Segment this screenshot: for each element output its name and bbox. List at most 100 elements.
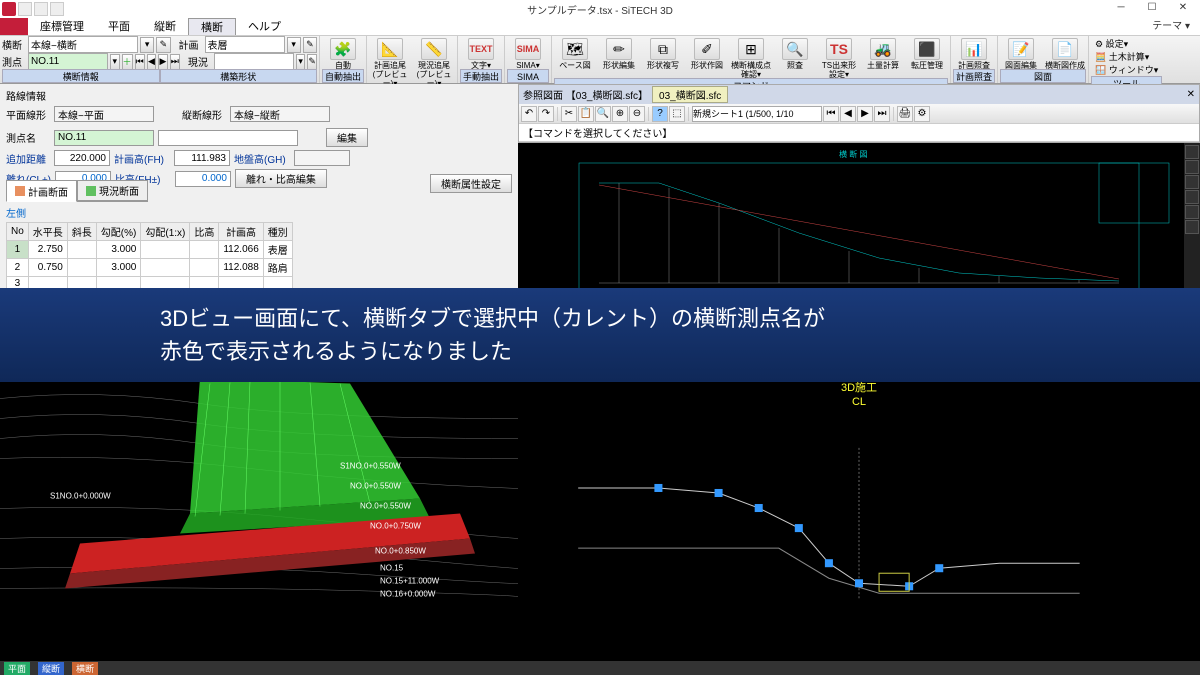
- tb-icon[interactable]: ⏮: [823, 106, 839, 122]
- theme-button[interactable]: テーマ ▾: [1142, 18, 1200, 35]
- ts-button[interactable]: TSTS出来形 設定▾: [818, 38, 860, 79]
- add-dist-field[interactable]: [54, 150, 110, 166]
- tb-icon[interactable]: ⊕: [612, 106, 628, 122]
- menu-plane[interactable]: 平面: [96, 18, 142, 35]
- plan-h-field[interactable]: [174, 150, 230, 166]
- comp-button[interactable]: ⬛転圧管理: [906, 38, 948, 70]
- setting-button[interactable]: ⚙ 設定▾: [1095, 37, 1158, 50]
- table-row[interactable]: 12.750 3.000 112.066表層: [7, 241, 293, 259]
- side-tool-icon[interactable]: [1185, 220, 1199, 234]
- menu-bar: 座標管理 平面 縦断 横断 ヘルプ テーマ ▾: [0, 18, 1200, 36]
- tb-icon[interactable]: ✂: [561, 106, 577, 122]
- section-table[interactable]: No水平長斜長 勾配(%)勾配(1:x)比高 計画高種別 12.750 3.00…: [6, 222, 293, 291]
- pt-name-field[interactable]: [54, 130, 154, 146]
- tb-icon[interactable]: ⬚: [669, 106, 685, 122]
- qat-save-icon[interactable]: [18, 2, 32, 16]
- cross-select[interactable]: [28, 36, 138, 53]
- tb-icon[interactable]: 🖨: [897, 106, 913, 122]
- tb-icon[interactable]: ⚙: [914, 106, 930, 122]
- plan-select[interactable]: [205, 36, 285, 53]
- shape-copy-button[interactable]: ⧉形状複写: [642, 38, 684, 70]
- tb-icon[interactable]: ⊖: [629, 106, 645, 122]
- status-plane[interactable]: 平面: [4, 662, 30, 675]
- tb-icon[interactable]: 🔍: [595, 106, 611, 122]
- pt-next-icon[interactable]: ▶: [158, 54, 168, 70]
- side-tool-icon[interactable]: [1185, 145, 1199, 159]
- plan-calc-button[interactable]: 📊計画照査: [953, 38, 995, 70]
- tb-icon[interactable]: ↷: [538, 106, 554, 122]
- status-profile[interactable]: 縦断: [38, 662, 64, 675]
- off-ratio-edit-button[interactable]: 離れ・比高編集: [235, 169, 327, 188]
- group-cross-info: 横断情報: [2, 69, 160, 83]
- cur-dropdown-icon[interactable]: ▾: [296, 54, 306, 70]
- menu-help[interactable]: ヘルプ: [236, 18, 293, 35]
- window-button[interactable]: 🪟 ウィンドウ▾: [1095, 63, 1158, 76]
- pt-name-extra[interactable]: [158, 130, 298, 146]
- status-cross[interactable]: 横断: [72, 662, 98, 675]
- table-row[interactable]: 20.750 3.000 112.088路肩: [7, 259, 293, 277]
- side-tool-icon[interactable]: [1185, 175, 1199, 189]
- pt-dropdown-icon[interactable]: ▾: [110, 54, 120, 70]
- shape-edit-button[interactable]: ✏形状編集: [598, 38, 640, 70]
- draw-create-button[interactable]: 📄横断図作成: [1044, 38, 1086, 70]
- close-button[interactable]: ✕: [1168, 1, 1198, 17]
- ref-close-icon[interactable]: ✕: [1187, 89, 1195, 100]
- base-button[interactable]: 🗺ベース図: [554, 38, 596, 70]
- cross-dropdown-icon[interactable]: ▾: [140, 37, 154, 53]
- ref-tab[interactable]: 03_横断図.sfc: [652, 86, 728, 103]
- maximize-button[interactable]: ☐: [1137, 1, 1167, 17]
- auto-extract-button[interactable]: 🧩自動: [322, 38, 364, 70]
- pt-label: 測点: [2, 54, 26, 69]
- minimize-button[interactable]: ─: [1106, 1, 1136, 17]
- menu-profile[interactable]: 縦断: [142, 18, 188, 35]
- cross-edit-icon[interactable]: ✎: [156, 37, 170, 53]
- menu-cross[interactable]: 横断: [188, 18, 236, 35]
- svg-text:S1NO.0+0.000W: S1NO.0+0.000W: [50, 492, 111, 501]
- tb-icon[interactable]: ↶: [521, 106, 537, 122]
- cur-select[interactable]: [214, 53, 294, 70]
- pt-add-icon[interactable]: ＋: [122, 54, 133, 70]
- group-auto: 自動抽出: [322, 69, 364, 83]
- side-tool-icon[interactable]: [1185, 205, 1199, 219]
- menu-coord[interactable]: 座標管理: [28, 18, 96, 35]
- plan-trace-button[interactable]: 📐計画追尾 (プレビュー)▾: [369, 38, 411, 88]
- civil-button[interactable]: 🧮 土木計算▾: [1095, 50, 1158, 63]
- tab-current-section[interactable]: 現況断面: [77, 180, 148, 201]
- file-menu-icon[interactable]: [0, 18, 28, 35]
- pt-select[interactable]: [28, 53, 108, 70]
- group-draw: 図面: [1000, 69, 1086, 83]
- draw-edit-button[interactable]: 📝図面編集: [1000, 38, 1042, 70]
- tb-icon[interactable]: 📋: [578, 106, 594, 122]
- tb-icon[interactable]: ?: [652, 106, 668, 122]
- edit-button[interactable]: 編集: [326, 128, 368, 147]
- pt-prev-icon[interactable]: ◀: [147, 54, 157, 70]
- earth-button[interactable]: 🚜土量計算: [862, 38, 904, 70]
- cur-trace-button[interactable]: 📏現況追尾 (プレビュー)▾: [413, 38, 455, 88]
- cross-check-button[interactable]: ⊞横断構成点 確認▾: [730, 38, 772, 79]
- cross-label: 横断: [2, 37, 26, 52]
- xsec-viewport[interactable]: NO.11 FH=111.983 表層 3D施工 CL: [518, 335, 1200, 661]
- cur-edit-icon[interactable]: ✎: [307, 54, 317, 70]
- tb-icon[interactable]: ▶: [857, 106, 873, 122]
- text-button[interactable]: TEXT文字▾: [460, 38, 502, 70]
- side-tool-icon[interactable]: [1185, 160, 1199, 174]
- sima-button[interactable]: SIMASIMA▾: [507, 38, 549, 70]
- qat-redo-icon[interactable]: [50, 2, 64, 16]
- tab-plan-section[interactable]: 計画断面: [6, 180, 77, 202]
- shape-draw-button[interactable]: ✐形状作図: [686, 38, 728, 70]
- app-icon[interactable]: [2, 2, 16, 16]
- prof-line-label: 縦断線形: [182, 107, 226, 122]
- ratio-fh-field[interactable]: [175, 171, 231, 187]
- pt-first-icon[interactable]: ⏮: [135, 54, 145, 70]
- plan-dropdown-icon[interactable]: ▾: [287, 37, 301, 53]
- pt-last-icon[interactable]: ⏭: [170, 54, 180, 70]
- verify-button[interactable]: 🔍照査: [774, 38, 816, 70]
- tb-icon[interactable]: ⏭: [874, 106, 890, 122]
- tb-icon[interactable]: ◀: [840, 106, 856, 122]
- title-bar: サンプルデータ.tsx - SiTECH 3D ─ ☐ ✕: [0, 0, 1200, 18]
- qat-undo-icon[interactable]: [34, 2, 48, 16]
- cross-attr-button[interactable]: 横断属性設定: [430, 174, 512, 193]
- plan-edit-icon[interactable]: ✎: [303, 37, 317, 53]
- sheet-select[interactable]: [692, 106, 822, 122]
- side-tool-icon[interactable]: [1185, 190, 1199, 204]
